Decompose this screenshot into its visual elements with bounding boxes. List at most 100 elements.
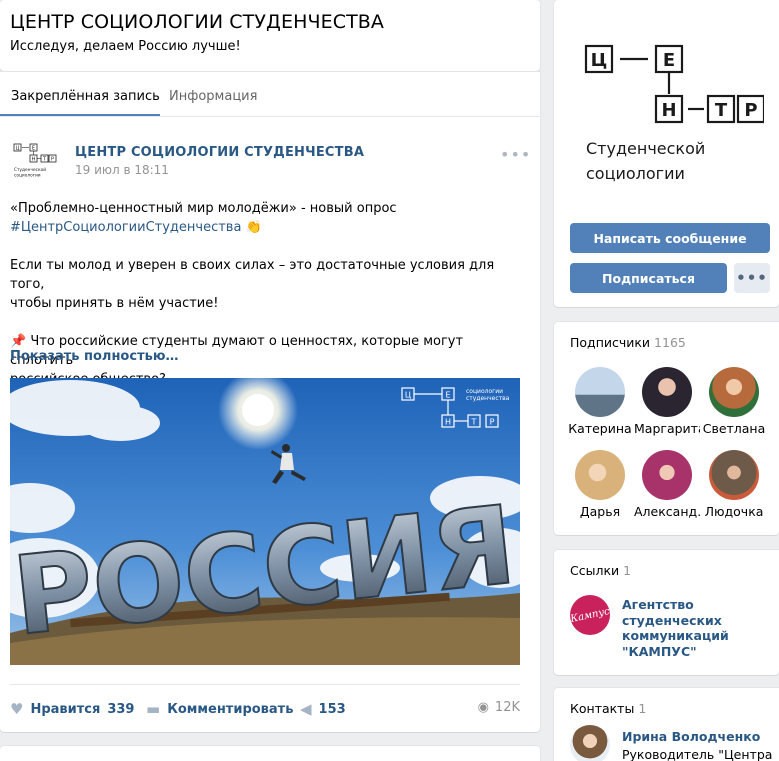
post-date[interactable]: 19 июл в 18:11: [75, 163, 169, 177]
like-button[interactable]: ♥ Нравится 339: [10, 700, 134, 718]
member-avatar: [709, 367, 759, 417]
member-item[interactable]: Дарья: [567, 450, 633, 519]
link-title-line: "КАМПУС": [622, 643, 697, 659]
comment-button[interactable]: ▬ Комментировать: [146, 700, 293, 718]
logo-caption: Студенческой: [586, 139, 705, 158]
avatar-logo-letter: Е: [32, 146, 35, 152]
link-title-line: студенческих: [622, 612, 722, 628]
members-count: 1165: [654, 335, 686, 350]
share-count: 153: [318, 701, 346, 717]
send-message-button[interactable]: Написать сообщение: [570, 223, 770, 253]
watermark-logo-letter: Е: [445, 391, 450, 400]
more-actions-button[interactable]: •••: [734, 263, 770, 293]
tab-pinned-post[interactable]: Закреплённая запись: [11, 89, 160, 104]
post-text-line: Если ты молод и уверен в своих силах – э…: [10, 258, 495, 292]
eye-icon: ◉: [477, 700, 489, 715]
post-hashtag[interactable]: #ЦентрСоциологииСтуденчества: [10, 220, 241, 235]
link-title[interactable]: Агентство студенческих коммуникаций "КАМ…: [622, 597, 772, 659]
logo-letter: Ц: [591, 50, 608, 71]
member-name: Дарья: [579, 504, 621, 519]
contacts-block: Контакты 1 Ирина Володченко Руководитель …: [554, 688, 779, 761]
member-item[interactable]: Александ…: [634, 450, 700, 519]
member-item[interactable]: Маргарита: [634, 367, 700, 436]
watermark-logo-letter: Р: [490, 418, 495, 427]
member-name: Светлана: [702, 421, 766, 436]
kampus-logo-icon: Кампус: [570, 606, 610, 625]
contacts-count: 1: [638, 701, 647, 716]
wall-tabs: Закреплённая запись Информация: [0, 72, 540, 117]
like-label: Нравится: [30, 701, 101, 717]
member-name: Маргарита: [634, 421, 700, 436]
member-avatar: [642, 367, 692, 417]
contacts-title: Контакты: [570, 701, 635, 716]
post-actions: ♥ Нравится 339 ▬ Комментировать ◀ 153 ◉ …: [10, 684, 520, 718]
views-counter: ◉ 12K: [478, 700, 520, 715]
community-logo[interactable]: Ц Е Н Т Р Студенческой социологии: [564, 20, 764, 210]
subscribe-button[interactable]: Подписаться: [570, 263, 727, 293]
contact-name[interactable]: Ирина Володченко: [622, 729, 760, 744]
link-title-line: коммуникаций: [622, 628, 729, 643]
logo-letter: Н: [661, 100, 676, 121]
show-more-link[interactable]: Показать полностью…: [10, 349, 178, 364]
community-status: Исследуя, делаем Россию лучше!: [10, 39, 241, 54]
post-author-avatar[interactable]: Ц Е Н Т Р Студенческой социологии: [10, 138, 62, 190]
avatar-logo-letter: Н: [32, 157, 36, 163]
avatar-logo-caption: Студенческой: [14, 166, 46, 173]
like-count: 339: [107, 701, 135, 717]
active-tab-indicator: [0, 114, 160, 116]
post-options-icon[interactable]: •••: [500, 145, 531, 164]
members-title: Подписчики: [570, 335, 651, 350]
post-text-line: чтобы принять в нём участие!: [10, 296, 219, 311]
comment-icon: ▬: [146, 700, 161, 718]
member-name: Александ…: [634, 504, 700, 519]
member-name: Людочка: [704, 504, 764, 519]
post-text-line: «Проблемно-ценностный мир молодёжи» - но…: [10, 201, 397, 216]
members-header[interactable]: Подписчики 1165: [570, 335, 686, 350]
community-title: ЦЕНТР СОЦИОЛОГИИ СТУДЕНЧЕСТВА: [10, 11, 385, 33]
contacts-header[interactable]: Контакты 1: [570, 701, 646, 716]
member-item[interactable]: Людочка: [701, 450, 767, 519]
links-count: 1: [623, 563, 632, 578]
link-title-line: Агентство: [622, 597, 694, 612]
avatar-logo-caption: социологии: [14, 174, 41, 179]
group-cover-card: Ц Е Н Т Р Студенческой социологии Написа…: [554, 0, 779, 307]
member-avatar: [575, 367, 625, 417]
community-header: ЦЕНТР СОЦИОЛОГИИ СТУДЕНЧЕСТВА Исследуя, …: [0, 0, 540, 71]
avatar-logo-letter: Р: [51, 157, 54, 163]
megaphone-icon: ◀: [300, 700, 312, 718]
watermark-caption: социологии: [466, 388, 503, 395]
contact-role: Руководитель "Центра: [622, 747, 773, 761]
clap-emoji-icon: 👏: [245, 220, 262, 235]
logo-letter: Е: [663, 50, 675, 71]
member-avatar: [642, 450, 692, 500]
share-button[interactable]: ◀ 153: [300, 700, 346, 718]
comment-label: Комментировать: [167, 701, 294, 717]
members-block: Подписчики 1165 Катерина Маргарита Светла…: [554, 322, 779, 535]
links-block: Ссылки 1 Кампус Агентство студенческих ко…: [554, 550, 779, 675]
member-name: Катерина: [568, 421, 632, 436]
watermark-logo-letter: Н: [445, 418, 451, 427]
tab-information[interactable]: Информация: [169, 89, 257, 104]
avatar-logo-letter: Ц: [16, 146, 20, 152]
watermark-logo-letter: Ц: [405, 391, 411, 400]
links-header[interactable]: Ссылки 1: [570, 563, 631, 578]
watermark-caption: студенчества: [466, 395, 510, 402]
post-image[interactable]: РОССИЯ Ц Е Н Т Р социологии студенчества: [10, 378, 520, 665]
post-author-name[interactable]: ЦЕНТР СОЦИОЛОГИИ СТУДЕНЧЕСТВА: [75, 145, 364, 160]
link-logo[interactable]: Кампус: [570, 595, 610, 635]
kampus-logo-text: Кампус: [570, 606, 610, 625]
links-title: Ссылки: [570, 563, 620, 578]
contact-avatar[interactable]: [570, 725, 610, 761]
next-post-card: [0, 746, 540, 761]
member-avatar: [709, 450, 759, 500]
logo-letter: Т: [715, 100, 728, 121]
member-avatar: [575, 450, 625, 500]
watermark-logo-letter: Т: [471, 418, 477, 427]
member-item[interactable]: Катерина: [567, 367, 633, 436]
logo-letter: Р: [744, 100, 757, 121]
logo-caption: социологии: [586, 164, 685, 183]
views-count: 12K: [494, 700, 520, 715]
pushpin-emoji-icon: 📌: [10, 334, 27, 349]
wall: Закреплённая запись Информация Ц Е Н Т Р…: [0, 72, 540, 732]
member-item[interactable]: Светлана: [701, 367, 767, 436]
